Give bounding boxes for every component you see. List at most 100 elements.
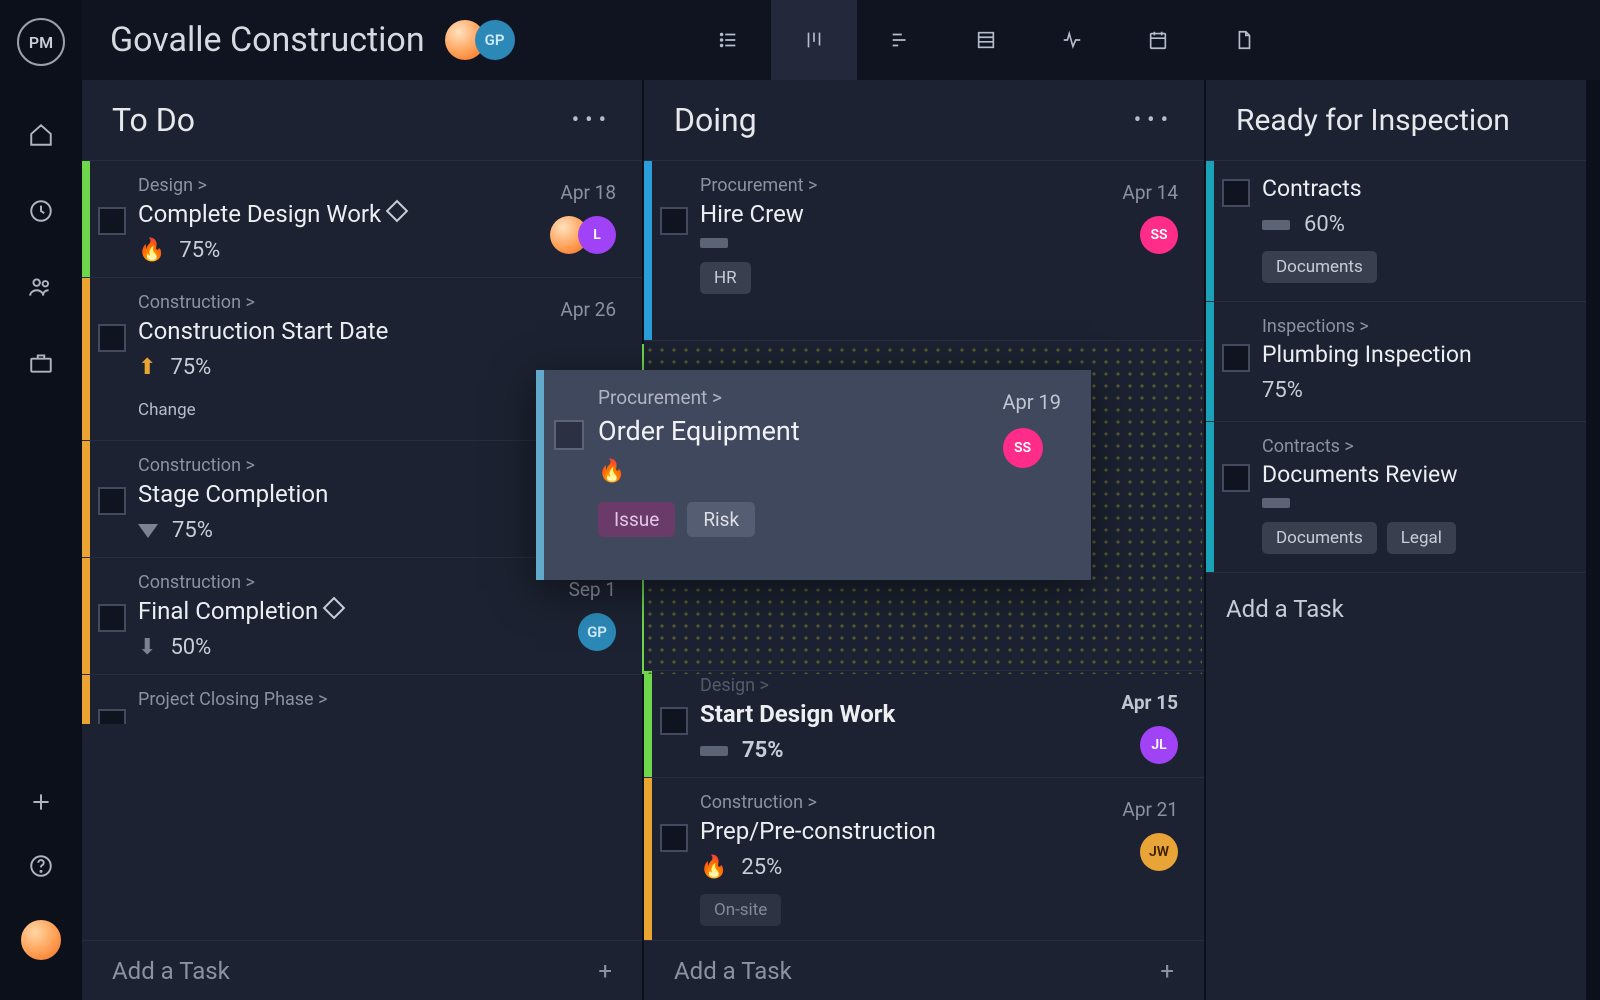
task-breadcrumb[interactable]: Construction > bbox=[700, 792, 1178, 813]
calendar-view-button[interactable] bbox=[1115, 0, 1201, 80]
card-stripe bbox=[82, 161, 90, 277]
home-icon[interactable] bbox=[28, 122, 54, 152]
task-tag[interactable]: Change bbox=[138, 394, 210, 426]
assignee-avatar[interactable]: L bbox=[578, 216, 616, 254]
board-view-button[interactable] bbox=[771, 0, 857, 80]
task-breadcrumb[interactable]: Inspections > bbox=[1262, 316, 1560, 337]
task-title: Documents Review bbox=[1262, 461, 1560, 488]
add-icon[interactable] bbox=[28, 789, 54, 819]
column-menu-button[interactable]: ••• bbox=[572, 108, 612, 133]
task-breadcrumb[interactable]: Construction > bbox=[138, 292, 616, 313]
task-checkbox[interactable] bbox=[98, 324, 126, 352]
kanban-board: To Do ••• Design > Complete Design Work … bbox=[82, 80, 1600, 1000]
task-checkbox[interactable] bbox=[660, 707, 688, 735]
add-task-button[interactable]: Add a Task + bbox=[644, 940, 1204, 1000]
task-card[interactable]: Construction > Prep/Pre-construction 🔥 2… bbox=[644, 777, 1204, 940]
task-checkbox[interactable] bbox=[98, 207, 126, 235]
task-checkbox[interactable] bbox=[1222, 179, 1250, 207]
assignee-avatar[interactable]: JW bbox=[1140, 833, 1178, 871]
task-tag[interactable]: On-site bbox=[700, 894, 781, 926]
task-breadcrumb[interactable]: Design > bbox=[700, 675, 1178, 696]
task-date: Apr 14 bbox=[1122, 181, 1178, 204]
assignee-avatar[interactable]: SS bbox=[1003, 428, 1043, 468]
minibar-icon bbox=[1262, 220, 1290, 230]
table-view-button[interactable] bbox=[943, 0, 1029, 80]
assignee-avatar[interactable]: SS bbox=[1140, 216, 1178, 254]
task-date: Apr 21 bbox=[1122, 798, 1178, 821]
column-title: Doing bbox=[674, 101, 757, 139]
task-tag[interactable]: Issue bbox=[598, 502, 675, 537]
file-view-button[interactable] bbox=[1201, 0, 1287, 80]
task-title: Plumbing Inspection bbox=[1262, 341, 1560, 368]
assignee-avatar[interactable]: GP bbox=[578, 613, 616, 651]
milestone-icon bbox=[386, 200, 409, 223]
column-ready: Ready for Inspection Contracts 60% Docum… bbox=[1206, 80, 1586, 1000]
task-progress: 75% bbox=[742, 738, 784, 763]
task-progress: 75% bbox=[170, 355, 211, 380]
current-user-avatar[interactable] bbox=[18, 917, 64, 963]
task-card[interactable]: Inspections > Plumbing Inspection 75% bbox=[1206, 301, 1586, 421]
task-card[interactable]: Project Closing Phase > bbox=[82, 674, 642, 724]
task-tag[interactable]: Documents bbox=[1262, 251, 1377, 283]
task-date: Apr 18 bbox=[560, 181, 616, 204]
task-breadcrumb[interactable]: Project Closing Phase > bbox=[138, 689, 616, 710]
task-date: Apr 26 bbox=[560, 298, 616, 321]
column-title: Ready for Inspection bbox=[1236, 103, 1510, 138]
task-tag[interactable]: Risk bbox=[687, 502, 755, 537]
plus-icon: + bbox=[598, 957, 612, 985]
arrow-down-icon: ⬇ bbox=[138, 635, 156, 660]
task-card[interactable]: Contracts 60% Documents bbox=[1206, 160, 1586, 301]
task-checkbox[interactable] bbox=[1222, 464, 1250, 492]
task-checkbox[interactable] bbox=[98, 709, 126, 724]
task-checkbox[interactable] bbox=[98, 487, 126, 515]
clock-icon[interactable] bbox=[28, 198, 54, 228]
task-title: Construction Start Date bbox=[138, 317, 616, 345]
activity-view-button[interactable] bbox=[1029, 0, 1115, 80]
task-checkbox[interactable] bbox=[554, 420, 584, 450]
add-task-button[interactable]: Add a Task bbox=[1206, 572, 1586, 645]
help-icon[interactable] bbox=[28, 853, 54, 883]
member-avatar[interactable]: GP bbox=[475, 20, 515, 60]
column-menu-button[interactable]: ••• bbox=[1134, 108, 1174, 133]
app-sidebar: PM bbox=[0, 0, 82, 959]
task-card[interactable]: Design > Complete Design Work 🔥 75% Apr … bbox=[82, 160, 642, 277]
list-view-button[interactable] bbox=[685, 0, 771, 80]
minibar-icon bbox=[700, 238, 728, 248]
card-stripe bbox=[82, 441, 90, 557]
minibar-icon bbox=[1262, 498, 1290, 508]
task-card[interactable]: Procurement > Hire Crew HR Apr 14 SS bbox=[644, 160, 1204, 340]
task-tag[interactable]: Legal bbox=[1387, 522, 1456, 554]
task-breadcrumb[interactable]: Procurement > bbox=[700, 175, 1178, 196]
task-checkbox[interactable] bbox=[660, 824, 688, 852]
gantt-view-button[interactable] bbox=[857, 0, 943, 80]
milestone-icon bbox=[323, 597, 346, 620]
dragging-task-card[interactable]: Procurement > Order Equipment 🔥 Issue Ri… bbox=[536, 370, 1091, 580]
task-date: Sep 1 bbox=[569, 578, 616, 601]
task-progress: 60% bbox=[1304, 212, 1345, 237]
task-breadcrumb[interactable]: Contracts > bbox=[1262, 436, 1560, 457]
task-checkbox[interactable] bbox=[660, 207, 688, 235]
add-task-button[interactable]: Add a Task + bbox=[82, 940, 642, 1000]
app-logo[interactable]: PM bbox=[17, 18, 65, 66]
task-title: Start Design Work bbox=[700, 700, 1178, 728]
card-stripe bbox=[82, 278, 90, 440]
triangle-down-icon bbox=[138, 524, 158, 538]
briefcase-icon[interactable] bbox=[28, 350, 54, 380]
card-stripe bbox=[536, 370, 544, 580]
people-icon[interactable] bbox=[28, 274, 54, 304]
plus-icon: + bbox=[1160, 957, 1174, 985]
assignee-avatar[interactable]: JL bbox=[1140, 726, 1178, 764]
card-stripe bbox=[82, 558, 90, 674]
task-card[interactable]: Contracts > Documents Review Documents L… bbox=[1206, 421, 1586, 572]
project-members[interactable]: GP bbox=[455, 20, 515, 60]
task-tag[interactable]: HR bbox=[700, 262, 751, 294]
task-card[interactable]: Design > Start Design Work 75% Apr 15 JL bbox=[644, 670, 1204, 777]
task-tag[interactable]: Documents bbox=[1262, 522, 1377, 554]
task-breadcrumb[interactable]: Design > bbox=[138, 175, 616, 196]
task-progress: 75% bbox=[172, 518, 213, 543]
card-stripe bbox=[644, 778, 652, 940]
task-checkbox[interactable] bbox=[98, 604, 126, 632]
task-checkbox[interactable] bbox=[1222, 344, 1250, 372]
flame-icon: 🔥 bbox=[138, 238, 165, 263]
task-breadcrumb[interactable]: Procurement > bbox=[598, 386, 1065, 409]
